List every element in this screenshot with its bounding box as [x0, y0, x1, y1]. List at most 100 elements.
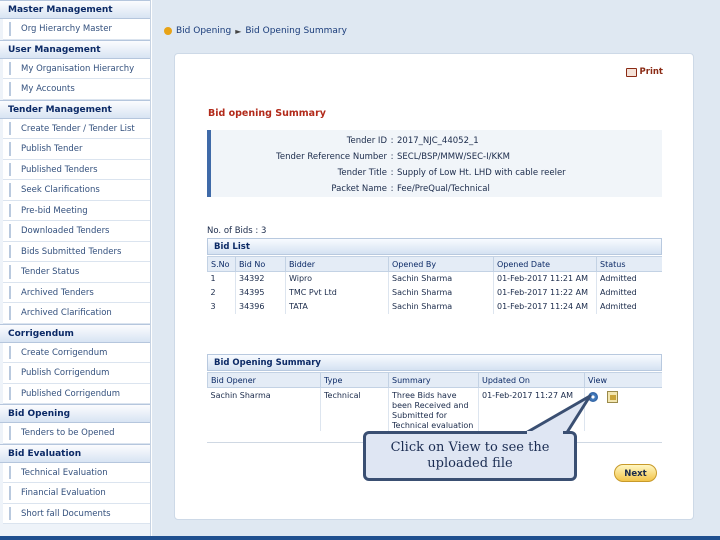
tender-info-box: Tender ID:2017_NJC_44052_1 Tender Refere…	[207, 130, 662, 197]
print-button[interactable]: Print	[625, 67, 663, 77]
callout-line-2: uploaded file	[427, 456, 513, 471]
breadcrumb-bid-opening[interactable]: Bid Opening	[176, 26, 231, 36]
table-cell: 01-Feb-2017 11:24 AM	[493, 299, 597, 314]
info-value: Supply of Low Ht. LHD with cable reeler	[397, 168, 566, 178]
info-value: SECL/BSP/MMW/SEC-I/KKM	[397, 152, 510, 162]
sidebar: Master Management Org Hierarchy Master Use…	[0, 0, 151, 540]
bid-list-table-wrap: S.No Bid No Bidder Opened By Opened Date Stat…	[207, 256, 662, 316]
table-cell: TATA	[285, 299, 389, 314]
sidebar-item[interactable]: Pre-bid Meeting	[3, 200, 150, 221]
document-icon[interactable]	[606, 391, 618, 403]
sidebar-item[interactable]: My Organisation Hierarchy	[3, 58, 150, 79]
opening-summary-table: Bid Opener Type Summary Updated On View Sach…	[207, 372, 662, 431]
column-header: Opened Date	[493, 256, 597, 272]
cell-updated-on: 01-Feb-2017 11:27 AM	[478, 387, 585, 431]
sidebar-section-header[interactable]: Tender Management	[0, 99, 150, 119]
table-cell: 34395	[235, 285, 286, 300]
info-label: Packet Name	[331, 184, 387, 194]
sidebar-item[interactable]: Published Corrigendum	[3, 383, 150, 404]
cell-summary: Three Bids have been Received and Submit…	[388, 387, 479, 431]
table-cell: Sachin Sharma	[388, 285, 494, 300]
info-value: Fee/PreQual/Technical	[397, 184, 490, 194]
info-label: Tender Reference Number	[276, 152, 387, 162]
info-row-packet: Packet Name: Fee/PreQual/Technical	[211, 181, 490, 197]
instruction-callout: Click on View to see the uploaded file	[363, 431, 577, 481]
sidebar-section-header[interactable]: Bid Evaluation	[0, 443, 150, 463]
breadcrumb-arrow-icon: ►	[235, 26, 242, 36]
table-cell: Admitted	[596, 299, 662, 314]
table-cell: Sachin Sharma	[388, 271, 494, 286]
column-header: Bid No	[235, 256, 286, 272]
table-cell: Admitted	[596, 271, 662, 286]
table-row: 2 34395 TMC Pvt Ltd Sachin Sharma 01-Feb-201…	[207, 285, 662, 300]
column-header: Summary	[388, 372, 479, 388]
breadcrumb-bullet-icon	[164, 27, 172, 35]
info-row-title: Tender Title: Supply of Low Ht. LHD with …	[211, 165, 566, 181]
sidebar-item[interactable]: Technical Evaluation	[3, 462, 150, 483]
column-header: Bid Opener	[207, 372, 321, 388]
sidebar-item[interactable]: Published Tenders	[3, 159, 150, 180]
column-header: Status	[596, 256, 662, 272]
table-cell: 01-Feb-2017 11:21 AM	[493, 271, 597, 286]
info-row-tender-id: Tender ID:2017_NJC_44052_1	[211, 133, 479, 149]
sidebar-item[interactable]: Short fall Documents	[3, 503, 150, 524]
sidebar-item[interactable]: Publish Corrigendum	[3, 363, 150, 384]
sidebar-item[interactable]: Bids Submitted Tenders	[3, 241, 150, 262]
table-cell: Admitted	[596, 285, 662, 300]
table-row: 3 34396 TATA Sachin Sharma 01-Feb-2017 11:24…	[207, 299, 662, 314]
table-cell: 1	[207, 271, 236, 286]
table-cell: 34396	[235, 299, 286, 314]
next-button[interactable]: Next	[614, 464, 657, 482]
sidebar-item[interactable]: Org Hierarchy Master	[3, 19, 150, 40]
info-label: Tender Title	[337, 168, 387, 178]
table-row: 1 34392 Wipro Sachin Sharma 01-Feb-2017 11:2…	[207, 271, 662, 286]
callout-line-1: Click on View to see the	[390, 440, 550, 455]
sidebar-item[interactable]: Downloaded Tenders	[3, 221, 150, 242]
column-header: Updated On	[478, 372, 585, 388]
sidebar-item[interactable]: Tender Status	[3, 262, 150, 283]
cell-type: Technical	[320, 387, 389, 431]
sidebar-item[interactable]: Create Tender / Tender List	[3, 118, 150, 139]
cell-view	[584, 387, 662, 431]
column-header: Bidder	[285, 256, 389, 272]
sidebar-item[interactable]: Archived Tenders	[3, 282, 150, 303]
printer-icon	[625, 67, 637, 77]
breadcrumb-bid-opening-summary[interactable]: Bid Opening Summary	[245, 26, 347, 36]
table-cell: TMC Pvt Ltd	[285, 285, 389, 300]
column-header: Type	[320, 372, 389, 388]
table-cell: Sachin Sharma	[388, 299, 494, 314]
table-row: Sachin Sharma Technical Three Bids have …	[207, 387, 662, 431]
print-label: Print	[639, 67, 663, 77]
table-cell: 01-Feb-2017 11:22 AM	[493, 285, 597, 300]
bid-list-title: Bid List	[207, 238, 662, 255]
page-title: Bid opening Summary	[208, 108, 326, 119]
sidebar-section-header[interactable]: Bid Opening	[0, 404, 150, 423]
sidebar-section-header[interactable]: User Management	[0, 39, 150, 59]
sidebar-item[interactable]: Publish Tender	[3, 139, 150, 160]
sidebar-item[interactable]: Financial Evaluation	[3, 483, 150, 504]
info-row-reference: Tender Reference Number: SECL/BSP/MMW/SEC…	[211, 149, 510, 165]
info-label: Tender ID	[346, 136, 387, 146]
bid-list-table: S.No Bid No Bidder Opened By Opened Date Stat…	[207, 256, 662, 314]
number-of-bids: No. of Bids : 3	[207, 226, 267, 236]
table-cell: 3	[207, 299, 236, 314]
bottom-bar	[0, 536, 720, 540]
opening-summary-title: Bid Opening Summary	[207, 354, 662, 371]
sidebar-item[interactable]: Seek Clarifications	[3, 180, 150, 201]
sidebar-item[interactable]: Tenders to be Opened	[3, 423, 150, 444]
breadcrumb: Bid Opening ► Bid Opening Summary	[164, 26, 347, 36]
table-cell: 34392	[235, 271, 286, 286]
table-cell: 2	[207, 285, 236, 300]
sidebar-item[interactable]: Create Corrigendum	[3, 342, 150, 363]
info-value: 2017_NJC_44052_1	[397, 136, 479, 146]
table-cell: Wipro	[285, 271, 389, 286]
sidebar-item[interactable]: Archived Clarification	[3, 303, 150, 324]
column-header: S.No	[207, 256, 236, 272]
column-header: View	[584, 372, 662, 388]
sidebar-section-header[interactable]: Master Management	[0, 0, 150, 19]
cell-opener: Sachin Sharma	[207, 387, 321, 431]
view-icon[interactable]	[588, 392, 598, 402]
sidebar-section-header[interactable]: Corrigendum	[0, 323, 150, 343]
column-header: Opened By	[388, 256, 494, 272]
sidebar-item[interactable]: My Accounts	[3, 79, 150, 100]
